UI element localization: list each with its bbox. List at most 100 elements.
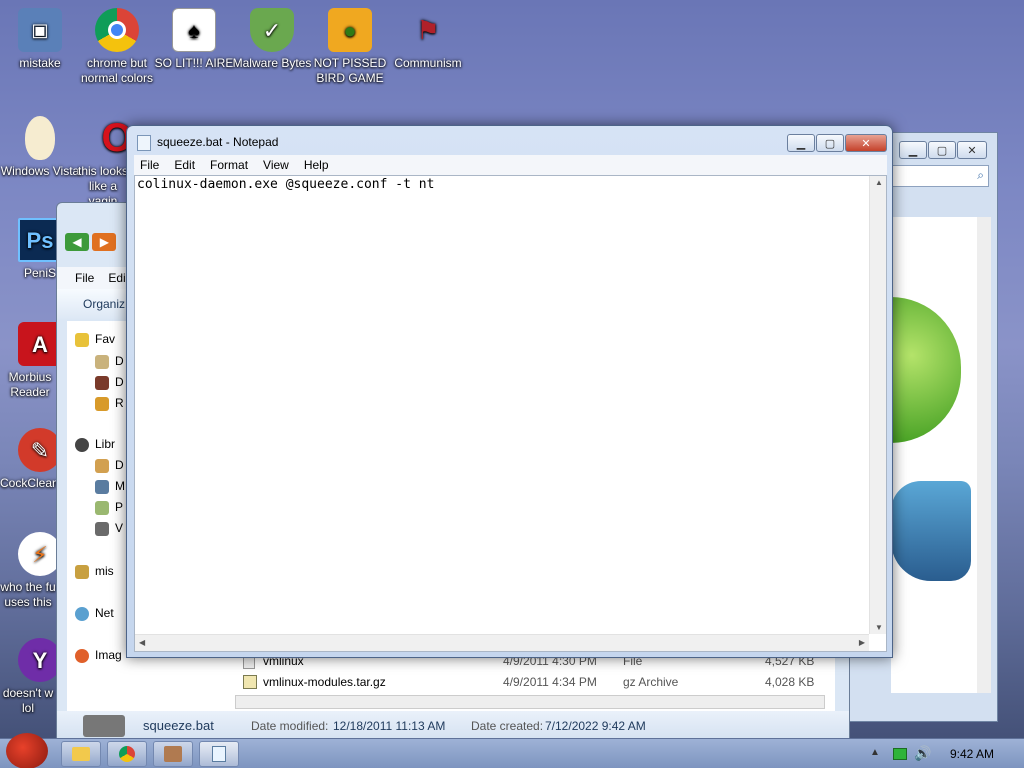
browser-content (891, 217, 989, 693)
videos-icon (95, 521, 109, 536)
notepad-icon (212, 746, 226, 762)
desktop-icon-label: CockClean (0, 476, 56, 490)
menu-file[interactable]: File (75, 271, 94, 285)
nav-fav-item[interactable]: D (95, 372, 124, 392)
library-icon (75, 437, 89, 452)
desktop-icon-label: Morbius Reader (8, 370, 52, 399)
nav-lib-item[interactable]: V (95, 518, 123, 538)
recent-icon (95, 396, 109, 411)
text-editor[interactable]: colinux-daemon.exe @squeeze.conf -t nt ▲… (134, 175, 887, 652)
show-hidden-icons-icon[interactable]: ▲ (870, 747, 880, 758)
scroll-right-icon[interactable]: ▶ (859, 638, 865, 647)
desktop-icon-label: mistake (19, 56, 61, 70)
chrome-icon (119, 746, 135, 762)
notepad-icon (137, 135, 151, 151)
taskbar: ▲ 🔊 9:42 AM (0, 733, 1024, 768)
maximize-button[interactable]: ▢ (928, 141, 956, 159)
taskbar-explorer[interactable] (61, 741, 101, 767)
chrome-icon (95, 8, 139, 52)
emblem-icon: ⚑ (416, 14, 440, 45)
desktop-icon-communism[interactable]: ⚑ Communism (388, 8, 468, 71)
pig-icon: ● (328, 8, 372, 52)
horizontal-scrollbar[interactable]: ◀ ▶ (135, 634, 869, 651)
desktop-icon-label: Communism (394, 56, 462, 70)
maximize-button[interactable]: ▢ (816, 134, 844, 152)
game-logo (891, 297, 961, 443)
vertical-scrollbar[interactable]: ▲ ▼ (869, 176, 886, 634)
vertical-scrollbar[interactable] (977, 217, 991, 693)
nav-fav-item[interactable]: D (95, 351, 124, 371)
cards-icon: ♠ (172, 8, 216, 52)
desktop-icon-windows-vista[interactable]: Windows Vista (0, 116, 80, 179)
documents-icon (95, 458, 109, 473)
back-arrow-icon[interactable]: ◀ (65, 233, 89, 251)
pictures-icon (95, 500, 109, 515)
clock[interactable]: 9:42 AM (950, 739, 994, 768)
nav-network[interactable]: Net (75, 603, 114, 623)
desktop-icon-label: chrome but normal colors (80, 56, 154, 85)
taskbar-notepad[interactable] (199, 741, 239, 767)
close-button[interactable]: ✕ (845, 134, 887, 152)
menu-help[interactable]: Help (304, 158, 329, 172)
scroll-down-icon[interactable]: ▼ (875, 623, 883, 632)
music-icon (95, 479, 109, 494)
nav-buttons[interactable]: ◀ ▶ (65, 233, 125, 261)
table-row[interactable]: vmlinux-modules.tar.gz 4/9/2011 4:34 PM … (225, 672, 825, 692)
editor-content[interactable]: colinux-daemon.exe @squeeze.conf -t nt (137, 177, 434, 192)
menu-format[interactable]: Format (210, 158, 248, 172)
desktop-icon-label: doesn't w lol (2, 686, 54, 715)
desktop-icon-label: who the fu uses this (0, 580, 56, 609)
nav-lib-item[interactable]: P (95, 497, 123, 517)
close-button[interactable]: ✕ (957, 141, 987, 159)
desktop-icon-mistake[interactable]: ▣ mistake (0, 8, 80, 71)
notepad-menubar: File Edit Format View Help (134, 155, 887, 175)
battery-icon[interactable] (893, 748, 907, 760)
bird-image (891, 481, 971, 581)
star-icon (75, 332, 89, 347)
nav-favorites[interactable]: Fav (75, 329, 115, 349)
desktop-icon-solitaire[interactable]: ♠ SO LIT!!! AIRE (154, 8, 234, 71)
menu-edit[interactable]: Edi (108, 271, 125, 285)
desktop-icon-chrome[interactable]: chrome but normal colors (77, 8, 157, 86)
shield-icon: ✓ (250, 8, 294, 52)
forward-arrow-icon[interactable]: ▶ (92, 233, 117, 251)
menu-edit[interactable]: Edit (174, 158, 195, 172)
nav-lib-item[interactable]: M (95, 476, 125, 496)
desktop-icon-label: SO LIT!!! AIRE (154, 56, 234, 70)
app-icon (75, 648, 89, 663)
downloads-icon (95, 375, 109, 390)
network-icon (75, 606, 89, 621)
bat-file-icon (83, 715, 125, 737)
computer-icon: ▣ (18, 8, 62, 52)
scroll-left-icon[interactable]: ◀ (139, 638, 145, 647)
nav-lib-item[interactable]: D (95, 455, 124, 475)
start-button[interactable] (6, 733, 48, 768)
menu-file[interactable]: File (140, 158, 159, 172)
desktop-icon-label: Windows Vista (0, 164, 80, 178)
taskbar-chrome[interactable] (107, 741, 147, 767)
taskbar-app[interactable] (153, 741, 193, 767)
nav-libraries[interactable]: Libr (75, 434, 115, 454)
nav-homegroup[interactable]: mis (75, 561, 114, 581)
desktop-icon (95, 354, 109, 369)
search-box[interactable]: ⌕ (891, 165, 989, 187)
menu-view[interactable]: View (263, 158, 289, 172)
nav-fav-item[interactable]: R (95, 393, 124, 413)
details-pane: squeeze.bat Date modified: 12/18/2011 11… (57, 711, 849, 741)
nav-other[interactable]: Imag (75, 645, 122, 665)
horizontal-scrollbar[interactable] (235, 695, 825, 709)
minimize-button[interactable]: ▁ (899, 141, 927, 159)
desktop-icon-bird-game[interactable]: ● NOT PISSED BIRD GAME (310, 8, 390, 86)
desktop-icon-malwarebytes[interactable]: ✓ Malware Bytes (232, 8, 312, 71)
search-icon: ⌕ (977, 168, 984, 182)
desktop-icon-label: NOT PISSED BIRD GAME (313, 56, 387, 85)
scroll-up-icon[interactable]: ▲ (875, 178, 883, 187)
notepad-window[interactable]: squeeze.bat - Notepad ▁ ▢ ✕ File Edit Fo… (126, 125, 893, 658)
app-icon (164, 746, 182, 762)
volume-icon[interactable]: 🔊 (914, 745, 931, 762)
archive-icon (243, 675, 257, 689)
folder-icon (72, 747, 90, 761)
desktop-icon-label: Malware Bytes (232, 56, 312, 70)
minimize-button[interactable]: ▁ (787, 134, 815, 152)
homegroup-icon (75, 564, 89, 579)
